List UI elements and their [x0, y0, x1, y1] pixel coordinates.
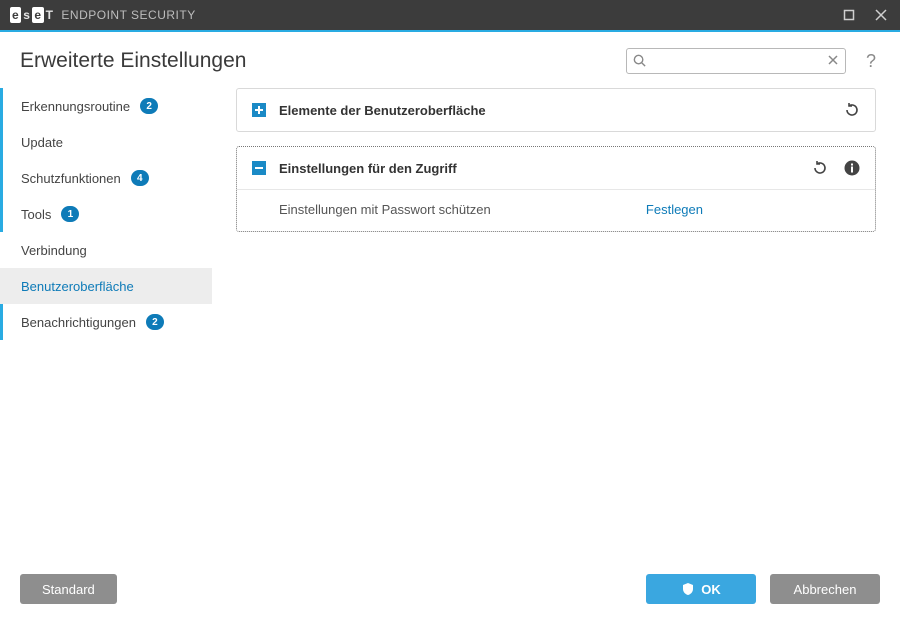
search-icon	[632, 53, 647, 68]
sidebar-badge: 2	[146, 314, 164, 330]
shield-icon	[681, 582, 695, 596]
revert-icon[interactable]	[811, 159, 829, 177]
search-field[interactable]	[626, 48, 846, 74]
sidebar-item-label: Schutzfunktionen	[21, 171, 121, 186]
sidebar-item-label: Tools	[21, 207, 51, 222]
panel-ui-elements: Elemente der Benutzeroberfläche	[236, 88, 876, 132]
brand-logo: eseT	[10, 7, 55, 23]
footer: Standard OK Abbrechen	[0, 562, 900, 616]
product-name: ENDPOINT SECURITY	[61, 8, 195, 22]
panel-access-settings: Einstellungen für den Zugriff Einstellun…	[236, 146, 876, 232]
sidebar: Erkennungsroutine 2 Update Schutzfunktio…	[0, 82, 212, 562]
sidebar-badge: 1	[61, 206, 79, 222]
panel-header[interactable]: Elemente der Benutzeroberfläche	[237, 89, 875, 131]
default-button[interactable]: Standard	[20, 574, 117, 604]
clear-search-icon[interactable]	[826, 53, 840, 67]
sidebar-item-label: Benutzeroberfläche	[21, 279, 134, 294]
sidebar-item-detection[interactable]: Erkennungsroutine 2	[0, 88, 212, 124]
search-input[interactable]	[626, 48, 846, 74]
panel-header[interactable]: Einstellungen für den Zugriff	[237, 147, 875, 189]
sidebar-badge: 2	[140, 98, 158, 114]
header: Erweiterte Einstellungen ?	[0, 32, 900, 82]
info-icon[interactable]	[843, 159, 861, 177]
revert-icon[interactable]	[843, 101, 861, 119]
title-bar: eseT ENDPOINT SECURITY	[0, 0, 900, 30]
help-button[interactable]: ?	[862, 51, 880, 72]
cancel-button[interactable]: Abbrechen	[770, 574, 880, 604]
expand-icon	[251, 102, 267, 118]
sidebar-item-protection[interactable]: Schutzfunktionen 4	[0, 160, 212, 196]
page-title: Erweiterte Einstellungen	[20, 49, 246, 73]
sidebar-item-connection[interactable]: Verbindung	[0, 232, 212, 268]
sidebar-item-tools[interactable]: Tools 1	[0, 196, 212, 232]
row-label: Einstellungen mit Passwort schützen	[279, 202, 491, 217]
content-area: Elemente der Benutzeroberfläche Einstell…	[212, 82, 900, 562]
panel-title: Elemente der Benutzeroberfläche	[279, 103, 486, 118]
panel-title: Einstellungen für den Zugriff	[279, 161, 457, 176]
sidebar-badge: 4	[131, 170, 149, 186]
window-close-icon[interactable]	[874, 8, 888, 22]
window-maximize-icon[interactable]	[842, 8, 856, 22]
brand: eseT ENDPOINT SECURITY	[10, 7, 196, 23]
sidebar-item-label: Erkennungsroutine	[21, 99, 130, 114]
sidebar-item-label: Verbindung	[21, 243, 87, 258]
collapse-icon	[251, 160, 267, 176]
sidebar-item-update[interactable]: Update	[0, 124, 212, 160]
sidebar-item-label: Update	[21, 135, 63, 150]
sidebar-item-notifications[interactable]: Benachrichtigungen 2	[0, 304, 212, 340]
ok-button[interactable]: OK	[646, 574, 756, 604]
panel-row-password-protect: Einstellungen mit Passwort schützen Fest…	[237, 189, 875, 231]
sidebar-item-ui[interactable]: Benutzeroberfläche	[0, 268, 212, 304]
sidebar-item-label: Benachrichtigungen	[21, 315, 136, 330]
set-password-link[interactable]: Festlegen	[646, 202, 703, 217]
